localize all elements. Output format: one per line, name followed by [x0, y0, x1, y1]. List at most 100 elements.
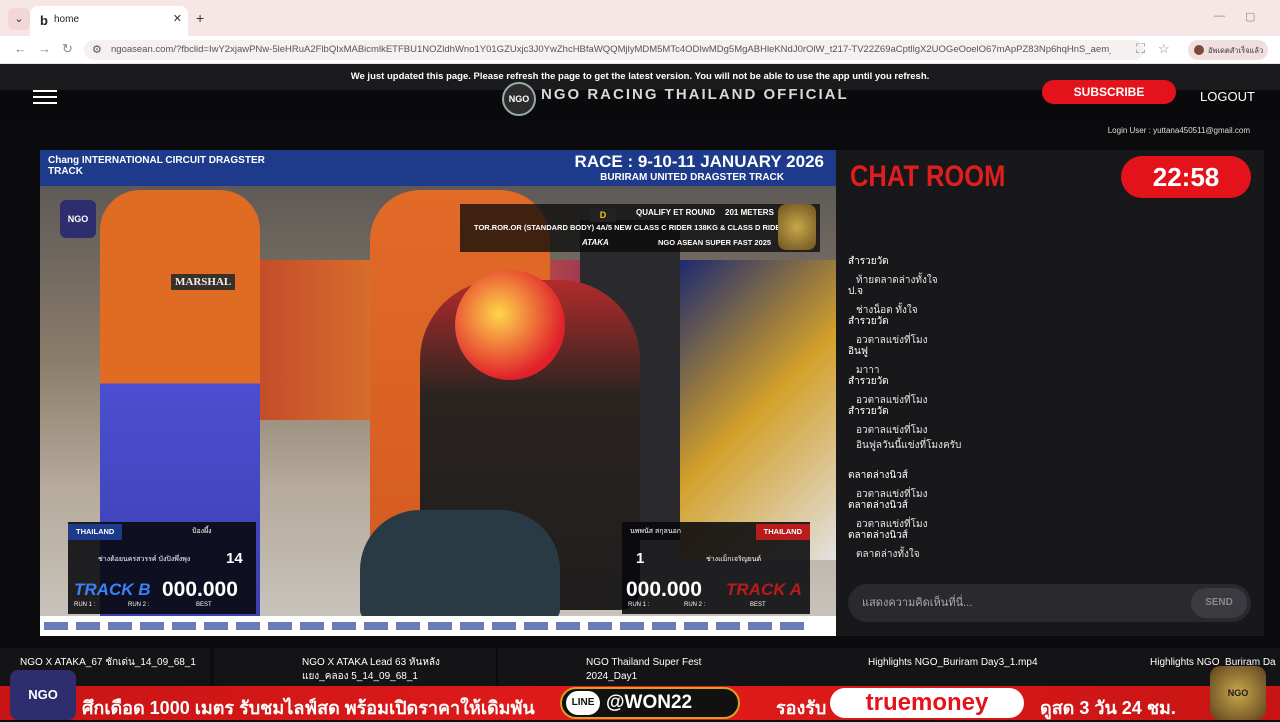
sponsor-strip: [40, 616, 836, 636]
race-date: RACE : 9-10-11 JANUARY 2026: [574, 152, 824, 171]
chat-text: อินฟูลวันนี้แข่งที่โมงครับ: [856, 440, 962, 451]
logout-button[interactable]: LOGOUT: [1200, 89, 1255, 104]
chat-message: ตลาดล่างนิวส์ อวตาลแข่งที่โมง: [848, 468, 1248, 500]
chat-message: ตลาดล่างนิวส์ อวตาลแข่งที่โมง: [848, 498, 1248, 530]
reload-icon[interactable]: ↻: [62, 41, 73, 57]
team-name: ช่างต้อยนครสวรรค์ บังปิงพึ่งพุง: [98, 556, 191, 563]
site-title: NGO RACING THAILAND OFFICIAL: [541, 86, 849, 103]
line-icon: LINE: [566, 691, 600, 715]
video-art-panel: [680, 260, 836, 560]
maximize-icon[interactable]: ▢: [1245, 10, 1255, 23]
favicon-icon: b: [40, 13, 48, 28]
chat-message: สำรวยวัด อวตาลแข่งที่โมง: [848, 314, 1248, 346]
list-item[interactable]: NGO Thailand Super Fest 2024_Day1 ⏰: [498, 648, 802, 686]
rider-number: 1: [636, 550, 645, 567]
sponsor-logos: Chang INTERNATIONAL CIRCUIT DRAGSTER TRA…: [48, 155, 265, 177]
accept-label: รองรับ: [776, 698, 827, 718]
profile-button[interactable]: อัพเดตสำเร็จแล้ว: [1188, 40, 1268, 60]
ngo-seal: NGO: [1210, 666, 1266, 720]
track-label: TRACK A: [726, 580, 802, 599]
login-user-label: Login User : yuttana450511@gmail.com: [1107, 126, 1250, 135]
ngo-logo: NGO: [10, 670, 76, 720]
promo-days: ดูสด 3 วัน 24 ชม.: [1040, 698, 1176, 718]
list-item[interactable]: Highlights NGO_Buriram Day3_1.mp4 ⏰: [780, 648, 1084, 686]
browser-tabbar: ⌄ b home ✕ + — ▢: [0, 0, 1280, 36]
best-label: BEST: [750, 602, 766, 608]
chat-message: สำรวยวัด อวตาลแข่งที่โมง: [848, 404, 1248, 436]
url-text: ngoasean.com/?fbclid=IwY2xjawPNw-5leHRuA…: [111, 44, 1111, 55]
chat-text: อวตาลแข่งที่โมง: [856, 425, 928, 436]
chat-room: CHAT ROOM 22:58 สำรวยวัด ท้ายตลาดล่างทั้ง…: [836, 150, 1264, 636]
profile-label: อัพเดตสำเร็จแล้ว: [1208, 46, 1264, 55]
meters-label: 201 METERS: [725, 208, 774, 217]
video-title: NGO Thailand Super Fest 2024_Day1: [586, 657, 702, 682]
run-time: 000.000: [162, 578, 238, 601]
run2-label: RUN 2 :: [128, 602, 150, 608]
video-title: Highlights NGO_Buriram Day3_1.mp4: [868, 657, 1038, 668]
ataka-logo: ATAKA: [582, 238, 609, 247]
site-logo[interactable]: NGO: [502, 82, 536, 116]
list-item[interactable]: NGO X ATAKA Lead 63 หันหลัง แยง_คลอง 5_1…: [214, 648, 520, 686]
countdown-timer: 22:58: [1121, 156, 1251, 198]
star-icon[interactable]: ☆: [1158, 41, 1170, 57]
chat-username: ตลาดล่างนิวส์: [848, 470, 908, 481]
truemoney-logo: truemoney: [830, 688, 1024, 718]
site-info-icon[interactable]: ⚙: [92, 43, 102, 56]
chat-input[interactable]: [862, 594, 1182, 612]
run-time: 000.000: [626, 578, 702, 601]
chat-message: สำรวยวัด อวตาลแข่งที่โมง: [848, 374, 1248, 406]
best-label: BEST: [196, 602, 212, 608]
scoreboard-left: THAILAND ป้องผึ้ง ช่างต้อยนครสวรรค์ บังป…: [68, 522, 256, 614]
class-code: D: [590, 208, 616, 222]
chat-message: สำรวยวัด ท้ายตลาดล่างทั้งใจ: [848, 254, 1248, 286]
browser-tab[interactable]: b home ✕: [30, 6, 188, 36]
forward-icon[interactable]: →: [38, 41, 51, 56]
marshal-label: MARSHAL: [171, 274, 236, 290]
new-tab-button[interactable]: +: [196, 10, 204, 26]
menu-icon[interactable]: [33, 90, 57, 104]
scoreboard-right: นพพนัส สกุลนอก THAILAND 1 ช่างแม็กเจริญย…: [622, 522, 810, 614]
run1-label: RUN 1 :: [74, 602, 96, 608]
video-title: NGO X ATAKA_67 ชักเด่น_14_09_68_1: [20, 657, 196, 668]
back-icon[interactable]: ←: [14, 41, 27, 56]
chat-username: สำรวยวัด: [848, 256, 889, 267]
class-description: TOR.ROR.OR (STANDARD BODY) 4A/5 NEW CLAS…: [474, 223, 806, 232]
chat-message: อินฟู มาาา: [848, 344, 1248, 376]
race-track: BURIRAM UNITED DRAGSTER TRACK: [600, 172, 784, 183]
url-field[interactable]: ⚙ ngoasean.com/?fbclid=IwY2xjawPNw-5leHR…: [84, 40, 1144, 60]
run2-label: RUN 2 :: [684, 602, 706, 608]
chat-text: ตลาดล่างทั้งใจ: [856, 549, 920, 560]
live-video-player[interactable]: MARSHAL Chang INTERNATIONAL CIRCUIT DRAG…: [40, 150, 836, 636]
country-label: THAILAND: [755, 524, 810, 540]
rider-number: 14: [226, 550, 243, 567]
chat-message: ป.จ ช่างน็อต ทั้งใจ: [848, 284, 1248, 316]
chat-title: CHAT ROOM: [850, 160, 1006, 193]
avatar: [1194, 45, 1204, 55]
chat-message: ตลาดล่างนิวส์ ตลาดล่างทั้งใจ: [848, 528, 1248, 560]
series-label: NGO ASEAN SUPER FAST 2025: [658, 238, 772, 247]
video-helmet: [455, 270, 565, 380]
team-name: ช่างแม็กเจริญยนต์: [706, 556, 762, 563]
address-bar: ← → ↻ ⚙ ngoasean.com/?fbclid=IwY2xjawPNw…: [0, 36, 1280, 64]
track-label: TRACK B: [74, 580, 151, 599]
race-info-bar: Chang INTERNATIONAL CIRCUIT DRAGSTER TRA…: [40, 150, 836, 186]
line-contact: LINE @WON22: [560, 687, 740, 719]
run1-label: RUN 1 :: [628, 602, 650, 608]
round-label: QUALIFY ET ROUND: [636, 208, 715, 217]
chat-username: สำรวยวัด: [848, 376, 889, 387]
subscribe-button[interactable]: SUBSCRIBE: [1042, 80, 1176, 104]
send-button[interactable]: SEND: [1191, 588, 1247, 618]
chat-input-box: SEND: [848, 584, 1251, 622]
country-label: THAILAND: [68, 524, 123, 540]
minimize-icon[interactable]: —: [1214, 10, 1225, 22]
chat-message: อินฟูลวันนี้แข่งที่โมงครับ: [848, 438, 1248, 468]
tab-search-button[interactable]: ⌄: [8, 8, 30, 30]
translate-icon[interactable]: ⛶: [1136, 41, 1145, 57]
close-icon[interactable]: ✕: [173, 12, 182, 25]
ngo-badge: NGO: [60, 200, 96, 238]
promo-banner[interactable]: NGO ศึกเดือด 1000 เมตร รับชมไลฟ์สด พร้อม…: [0, 666, 1280, 720]
site-header: NGO NGO RACING THAILAND OFFICIAL SUBSCRI…: [0, 80, 1280, 135]
seal-emblem: [778, 204, 816, 250]
rider-name: นพพนัส สกุลนอก: [630, 528, 682, 535]
chat-message-list[interactable]: สำรวยวัด ท้ายตลาดล่างทั้งใจ ป.จ ช่างน็อต ท…: [848, 254, 1248, 560]
